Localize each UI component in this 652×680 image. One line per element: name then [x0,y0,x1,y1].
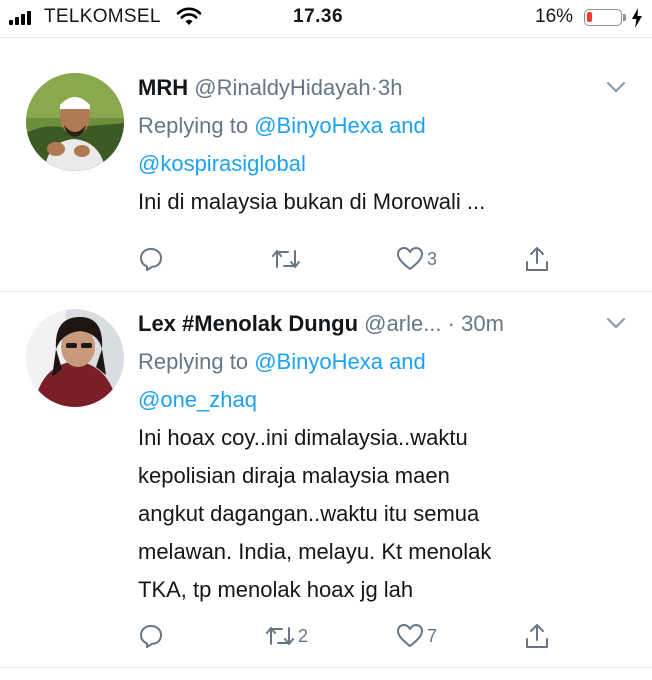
share-button[interactable] [524,621,550,651]
separator-dot: · [447,311,455,336]
replying-prefix: Replying to [138,349,249,374]
tweet-text-line: angkut dagangan..waktu itu semua [138,501,480,526]
avatar[interactable] [26,309,124,407]
divider [0,37,652,38]
heart-icon [397,624,423,647]
replying-to: Replying to @BinyoHexa and @kospirasiglo… [138,107,632,183]
tweet-text-line: melawan. India, melayu. Kt menolak [138,539,492,564]
reply-button[interactable] [138,621,167,651]
separator-dot: · [370,75,378,100]
tweet-text-line: kepolisian diraja malaysia maen [138,463,450,488]
share-button[interactable] [524,244,550,274]
tweet-actions: 2 7 [138,621,608,651]
chevron-down-icon[interactable] [606,317,626,329]
battery-level-fill [587,12,592,22]
like-count: 7 [427,625,438,646]
clock: 17.36 [293,6,344,27]
reply-button[interactable] [138,244,167,274]
timestamp[interactable]: 30m [461,311,504,336]
battery-percent: 16% [535,6,574,27]
divider [0,291,652,292]
and-link[interactable]: and [389,113,426,138]
mention-link[interactable]: @kospirasiglobal [138,151,306,176]
retweet-button[interactable] [271,244,304,274]
tweet-actions: 3 [138,244,608,274]
like-button[interactable]: 3 [396,244,437,274]
carrier-name: TELKOMSEL [44,6,161,27]
display-name[interactable]: MRH [138,75,188,100]
tweet-text: Ini hoax coy..ini dimalaysia..waktu kepo… [138,419,632,609]
tweet-text-line: Ini hoax coy..ini dimalaysia..waktu [138,425,468,450]
share-icon [526,247,548,271]
reply-icon [140,625,162,648]
mention-link[interactable]: @BinyoHexa [254,113,383,138]
battery-tip [623,14,626,21]
heart-icon [397,247,423,270]
and-link[interactable]: and [389,349,426,374]
status-bar: TELKOMSEL 17.36 16% [0,0,652,34]
chevron-down-icon[interactable] [606,81,626,93]
timestamp[interactable]: 3h [378,75,402,100]
user-handle[interactable]: @RinaldyHidayah [194,75,370,100]
mention-link[interactable]: @BinyoHexa [254,349,383,374]
wifi-icon [176,7,202,25]
battery-icon [584,9,622,26]
share-icon [526,624,548,648]
retweet-count: 2 [298,625,309,646]
like-count: 3 [427,248,438,269]
avatar[interactable] [26,73,124,171]
retweet-icon [272,250,300,268]
tweet-text-line: TKA, tp menolak hoax jg lah [138,577,414,602]
mention-link[interactable]: @one_zhaq [138,387,257,412]
tweet-header: Lex #Menolak Dungu @arle... · 30m [138,307,632,341]
reply-icon [140,248,162,271]
display-name[interactable]: Lex #Menolak Dungu [138,311,358,336]
tweet-header: MRH @RinaldyHidayah·3h [138,71,632,105]
user-handle[interactable]: @arle... [364,311,441,336]
signal-strength-icon [9,11,35,25]
replying-prefix: Replying to [138,113,249,138]
retweet-button[interactable]: 2 [265,621,308,651]
charging-bolt-icon [632,8,642,28]
replying-to: Replying to @BinyoHexa and @one_zhaq [138,343,632,419]
like-button[interactable]: 7 [396,621,437,651]
tweet-text: Ini di malaysia bukan di Morowali ... [138,189,486,214]
retweet-icon [266,627,294,645]
divider [0,667,652,668]
